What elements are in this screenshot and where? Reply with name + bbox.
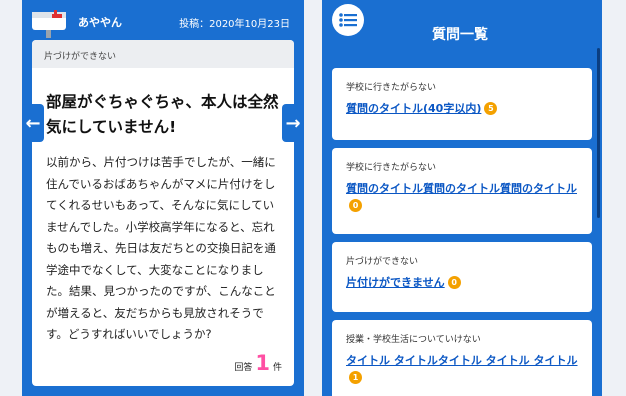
question-list-item[interactable]: 学校に行きたがらない 質問のタイトル(40字以内) 5 bbox=[332, 68, 592, 140]
question-list-item[interactable]: 授業・学校生活についていけない タイトル タイトルタイトル タイトル タイトル 1 bbox=[332, 320, 592, 396]
question-item-category: 学校に行きたがらない bbox=[346, 163, 437, 173]
answer-count-label: 回答 bbox=[234, 363, 253, 373]
question-detail-panel: あややん 投稿： 2020年10月23日 片づけができない 部屋がぐちゃぐちゃ、… bbox=[22, 0, 304, 396]
answer-count-badge: 1 bbox=[349, 371, 362, 384]
question-item-category: 片づけができない bbox=[346, 257, 419, 267]
question-item-category: 授業・学校生活についていけない bbox=[346, 335, 481, 345]
mailbox-icon bbox=[32, 10, 66, 38]
question-item-title-text[interactable]: 質問のタイトル質問のタイトル質問のタイトル bbox=[346, 182, 577, 195]
prev-button[interactable]: ← bbox=[22, 104, 44, 142]
question-list-panel: 質問一覧 学校に行きたがらない 質問のタイトル(40字以内) 5 学校に行きたがら… bbox=[322, 0, 602, 396]
question-item-title[interactable]: 質問のタイトル質問のタイトル質問のタイトル 0 bbox=[346, 180, 592, 214]
answer-count-badge: 0 bbox=[349, 199, 362, 212]
question-item-title[interactable]: タイトル タイトルタイトル タイトル タイトル 1 bbox=[346, 352, 592, 386]
question-item-category: 学校に行きたがらない bbox=[346, 83, 437, 93]
answer-count-badge: 0 bbox=[447, 276, 461, 289]
question-item-title-text[interactable]: タイトル タイトルタイトル タイトル タイトル bbox=[346, 354, 578, 367]
question-title: 部屋がぐちゃぐちゃ、本人は全然気にしていません! bbox=[46, 93, 279, 136]
question-item-title[interactable]: 質問のタイトル(40字以内) 5 bbox=[346, 100, 592, 117]
question-body: 以前から、片付つけは苦手でしたが、一緒に住んでいるおばあちゃんがマメに片付けをし… bbox=[46, 155, 276, 341]
question-card: 片づけができない 部屋がぐちゃぐちゃ、本人は全然気にしていません! 以前から、片… bbox=[32, 40, 294, 386]
posted-label: 投稿： bbox=[179, 19, 210, 30]
answer-count-value: 1 bbox=[255, 351, 270, 375]
question-list-item[interactable]: 学校に行きたがらない 質問のタイトル質問のタイトル質問のタイトル 0 bbox=[332, 148, 592, 234]
next-button[interactable]: → bbox=[282, 104, 304, 142]
author-name: あややん bbox=[78, 16, 122, 29]
answer-count-badge: 5 bbox=[484, 102, 498, 115]
question-category: 片づけができない bbox=[32, 40, 294, 68]
posted-date: 投稿： 2020年10月23日 bbox=[179, 15, 290, 30]
answer-count-unit: 件 bbox=[272, 363, 282, 373]
arrow-right-icon: → bbox=[285, 112, 301, 134]
question-item-title-text[interactable]: 質問のタイトル(40字以内) bbox=[346, 102, 481, 115]
scrollbar[interactable] bbox=[597, 48, 600, 218]
posted-date-value: 2020年10月23日 bbox=[209, 19, 290, 30]
question-list-item[interactable]: 片づけができない 片付けができません 0 bbox=[332, 242, 592, 312]
page-title: 質問一覧 bbox=[432, 27, 488, 43]
arrow-left-icon: ← bbox=[25, 112, 41, 134]
question-item-title-text[interactable]: 片付けができません bbox=[346, 276, 445, 289]
answer-count[interactable]: 回答 1 件 bbox=[234, 353, 282, 374]
question-item-title[interactable]: 片付けができません 0 bbox=[346, 274, 592, 291]
